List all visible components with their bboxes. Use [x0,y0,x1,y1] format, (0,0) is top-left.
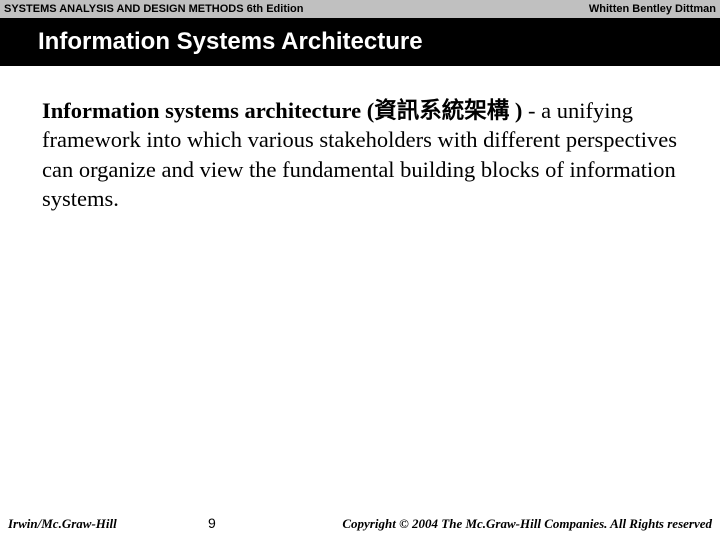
footer-page-number: 9 [208,515,288,531]
body-paragraph: Information systems architecture (資訊系統架構… [42,96,678,213]
header-bar: SYSTEMS ANALYSIS AND DESIGN METHODS 6th … [0,0,720,18]
footer-copyright: Copyright © 2004 The Mc.Graw-Hill Compan… [288,516,712,532]
footer: Irwin/Mc.Graw-Hill 9 Copyright © 2004 Th… [0,515,720,532]
header-left: SYSTEMS ANALYSIS AND DESIGN METHODS 6th … [4,3,303,15]
footer-publisher: Irwin/Mc.Graw-Hill [8,516,208,532]
header-right: Whitten Bentley Dittman [589,3,716,15]
content-area: Information systems architecture (資訊系統架構… [0,66,720,213]
definition-term: Information systems architecture (資訊系統架構… [42,98,528,123]
title-bar: Information Systems Architecture [0,18,720,66]
slide-title: Information Systems Architecture [38,28,423,56]
